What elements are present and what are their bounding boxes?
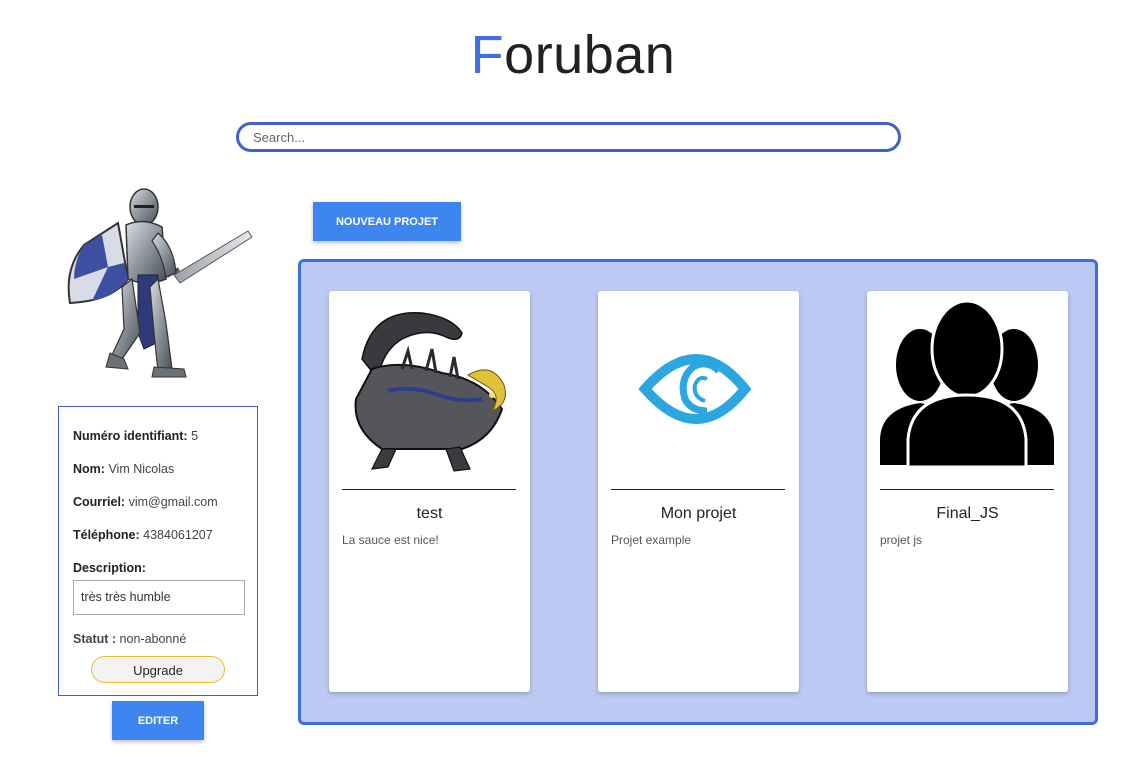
profile-name-label: Nom: (73, 462, 105, 476)
card-divider (342, 489, 516, 490)
logo-accent-letter: F (470, 25, 505, 85)
project-description: projet js (880, 533, 923, 547)
profile-status-label: Statut : (73, 632, 117, 646)
profile-id-row: Numéro identifiant: 5 (73, 429, 244, 443)
profile-phone-row: Téléphone: 4384061207 (73, 528, 244, 542)
dragon-image (342, 299, 516, 477)
search-input[interactable] (236, 122, 901, 152)
project-description: Projet example (611, 533, 692, 547)
logo-text: oruban (504, 25, 676, 85)
profile-id-value: 5 (191, 429, 199, 443)
eye-logo-icon (611, 299, 785, 477)
profile-status-row: Statut : non-abonné (73, 632, 244, 646)
projects-container: test La sauce est nice! Mon projet Proje… (298, 259, 1098, 725)
card-divider (880, 489, 1054, 490)
profile-name-row: Nom: Vim Nicolas (73, 462, 244, 476)
upgrade-button[interactable]: Upgrade (91, 656, 225, 683)
profile-id-label: Numéro identifiant: (73, 429, 188, 443)
edit-profile-button[interactable]: EDITER (112, 701, 204, 740)
project-card[interactable]: test La sauce est nice! (329, 291, 530, 692)
project-title: test (416, 505, 443, 522)
profile-description-field: très très humble (73, 580, 245, 615)
project-card[interactable]: Final_JS projet js (867, 291, 1068, 692)
page: Foruban Search... Numéro identifiant: 5 … (0, 0, 1146, 769)
profile-status-value: non-abonné (119, 632, 187, 646)
profile-description-label: Description: (73, 561, 146, 575)
profile-phone-value: 4384061207 (143, 528, 213, 542)
profile-email-row: Courriel: vim@gmail.com (73, 495, 244, 509)
profile-card: Numéro identifiant: 5 Nom: Vim Nicolas C… (58, 406, 258, 696)
project-title: Mon projet (660, 505, 737, 522)
app-logo: Foruban (0, 22, 1146, 88)
project-card[interactable]: Mon projet Projet example (598, 291, 799, 692)
profile-name-value: Vim Nicolas (108, 462, 175, 476)
project-description: La sauce est nice! (342, 533, 439, 547)
new-project-button[interactable]: NOUVEAU PROJET (313, 202, 461, 241)
knight-avatar (62, 183, 258, 383)
profile-email-value: vim@gmail.com (128, 495, 218, 509)
profile-phone-label: Téléphone: (73, 528, 140, 542)
group-icon (880, 299, 1054, 477)
card-divider (611, 489, 785, 490)
project-title: Final_JS (936, 505, 999, 522)
profile-email-label: Courriel: (73, 495, 126, 509)
